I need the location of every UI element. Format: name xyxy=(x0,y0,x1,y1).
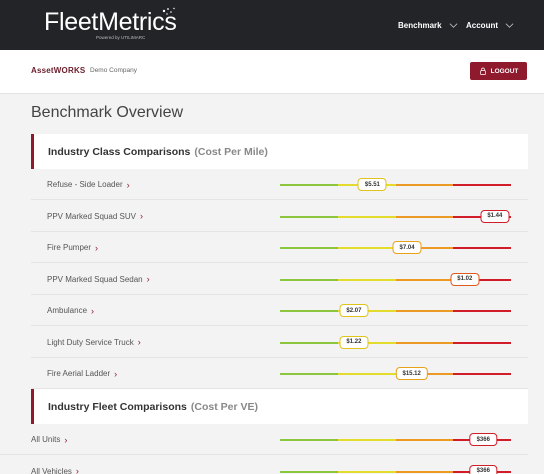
logout-button[interactable]: LOGOUT xyxy=(470,62,527,80)
nav-account-label: Account xyxy=(466,20,498,30)
assetworks-logo: AssetWORKS xyxy=(31,66,86,75)
gauge-segment xyxy=(395,278,454,281)
top-navbar: FleetMetrics Powered by UTILIMARC Benchm… xyxy=(0,0,544,50)
fleet-section-subtitle: (Cost Per VE) xyxy=(190,401,258,413)
chevron-right-icon: › xyxy=(137,337,141,347)
gauge-segment xyxy=(280,310,338,312)
gauge-segment xyxy=(453,373,511,375)
class-row-link[interactable]: Light Duty Service Truck › xyxy=(47,327,141,358)
gauge-segment xyxy=(337,278,396,281)
nav-benchmark-dropdown[interactable]: Benchmark xyxy=(398,0,458,50)
gauge-value-badge: $15.12 xyxy=(395,367,428,380)
gauge-segment xyxy=(395,439,454,441)
class-row-label: Fire Aerial Ladder xyxy=(47,369,111,378)
class-row: Fire Aerial Ladder › $15.12 xyxy=(31,358,528,389)
gauge-segment xyxy=(453,184,511,186)
class-row-label: Ambulance xyxy=(47,306,88,315)
fleet-row: All Units › $366 xyxy=(0,424,528,455)
class-row: Light Duty Service Truck › $1.22 xyxy=(31,326,528,358)
gauge-track xyxy=(280,184,511,186)
class-row-link[interactable]: Ambulance › xyxy=(47,295,94,326)
chevron-right-icon: › xyxy=(64,434,68,445)
chevron-right-icon: › xyxy=(126,179,130,190)
gauge-segment xyxy=(395,184,454,186)
class-row: PPV Marked Squad SUV › $1.44 xyxy=(31,200,528,232)
page-title: Benchmark Overview xyxy=(31,104,184,121)
gauge-segment xyxy=(337,215,396,218)
gauge-segment xyxy=(453,310,511,312)
gauge-segment xyxy=(337,373,396,375)
gauge-track xyxy=(280,310,511,312)
fleet-row-label: All Vehicles xyxy=(31,466,72,474)
fleetmetrics-logo[interactable]: FleetMetrics Powered by UTILIMARC xyxy=(44,6,194,44)
gauge-value-badge: $2.07 xyxy=(339,304,369,317)
fleet-comparisons-header: Industry Fleet Comparisons (Cost Per VE) xyxy=(31,389,528,425)
nav-benchmark-label: Benchmark xyxy=(398,20,442,30)
gauge-segment xyxy=(453,341,511,344)
gauge-segment xyxy=(280,215,338,218)
gauge-value-badge: $5.51 xyxy=(357,178,387,191)
gauge-value-badge: $366 xyxy=(469,433,497,446)
class-row-link[interactable]: Fire Pumper › xyxy=(47,232,98,263)
gauge-value-badge: $7.04 xyxy=(392,241,422,254)
gauge-segment xyxy=(395,310,454,312)
chevron-right-icon: › xyxy=(91,305,95,316)
class-row: Fire Pumper › $7.04 xyxy=(31,232,528,263)
class-row-label: Fire Pumper xyxy=(47,243,92,252)
gauge-segment xyxy=(337,470,396,473)
gauge-segment xyxy=(337,439,396,441)
fleet-row-link[interactable]: All Units › xyxy=(31,424,67,455)
class-row-link[interactable]: PPV Marked Squad SUV › xyxy=(47,201,143,232)
gauge-segment xyxy=(337,247,396,249)
logo-sparkle-icon xyxy=(162,7,175,15)
sub-header: AssetWORKS Demo Company xyxy=(0,50,544,94)
gauge-segment xyxy=(280,247,338,249)
class-row-link[interactable]: PPV Marked Squad Sedan › xyxy=(47,264,150,295)
chevron-right-icon: › xyxy=(139,211,143,221)
nav-account-dropdown[interactable]: Account xyxy=(466,0,514,50)
logo-tagline: Powered by UTILIMARC xyxy=(96,35,146,40)
gauge-segment xyxy=(280,470,338,473)
class-comparisons-header: Industry Class Comparisons (Cost Per Mil… xyxy=(31,134,528,170)
gauge-segment xyxy=(395,470,454,473)
class-row-label: PPV Marked Squad Sedan xyxy=(47,274,143,284)
class-section-subtitle: (Cost Per Mile) xyxy=(194,146,268,158)
fleet-section-title: Industry Fleet Comparisons xyxy=(48,401,187,413)
gauge-segment xyxy=(395,215,454,218)
chevron-down-icon xyxy=(449,22,457,28)
logout-label: LOGOUT xyxy=(490,67,519,75)
gauge-segment xyxy=(280,341,338,344)
gauge-value-badge: $366 xyxy=(469,464,497,474)
gauge-track xyxy=(280,215,511,218)
class-row: PPV Marked Squad Sedan › $1.02 xyxy=(31,263,528,295)
gauge-value-badge: $1.22 xyxy=(339,335,369,349)
gauge-segment xyxy=(453,247,511,249)
class-row: Refuse - Side Loader › $5.51 xyxy=(31,169,528,200)
fleet-row: All Vehicles › $366 xyxy=(0,455,528,474)
class-row-label: Refuse - Side Loader xyxy=(47,180,123,189)
chevron-right-icon: › xyxy=(114,368,118,379)
gauge-track xyxy=(280,341,511,344)
gauge-segment xyxy=(280,373,338,375)
lock-icon xyxy=(479,67,486,75)
fleet-row-label: All Units xyxy=(31,435,61,444)
company-name: Demo Company xyxy=(90,67,137,74)
gauge-value-badge: $1.44 xyxy=(480,209,510,223)
chevron-right-icon: › xyxy=(146,274,150,284)
chevron-down-icon xyxy=(505,22,514,28)
chevron-right-icon: › xyxy=(75,466,79,474)
class-row-link[interactable]: Fire Aerial Ladder › xyxy=(47,358,117,389)
class-row-label: Light Duty Service Truck xyxy=(47,337,134,347)
class-row: Ambulance › $2.07 xyxy=(31,295,528,326)
chevron-right-icon: › xyxy=(95,242,99,253)
class-row-link[interactable]: Refuse - Side Loader › xyxy=(47,169,130,200)
gauge-value-badge: $1.02 xyxy=(450,272,480,286)
gauge-segment xyxy=(280,439,338,441)
gauge-segment xyxy=(280,184,338,186)
fleet-row-link[interactable]: All Vehicles › xyxy=(31,456,79,474)
gauge-segment xyxy=(395,341,454,344)
gauge-segment xyxy=(280,278,338,281)
class-row-label: PPV Marked Squad SUV xyxy=(47,211,136,221)
class-section-title: Industry Class Comparisons xyxy=(48,146,191,158)
